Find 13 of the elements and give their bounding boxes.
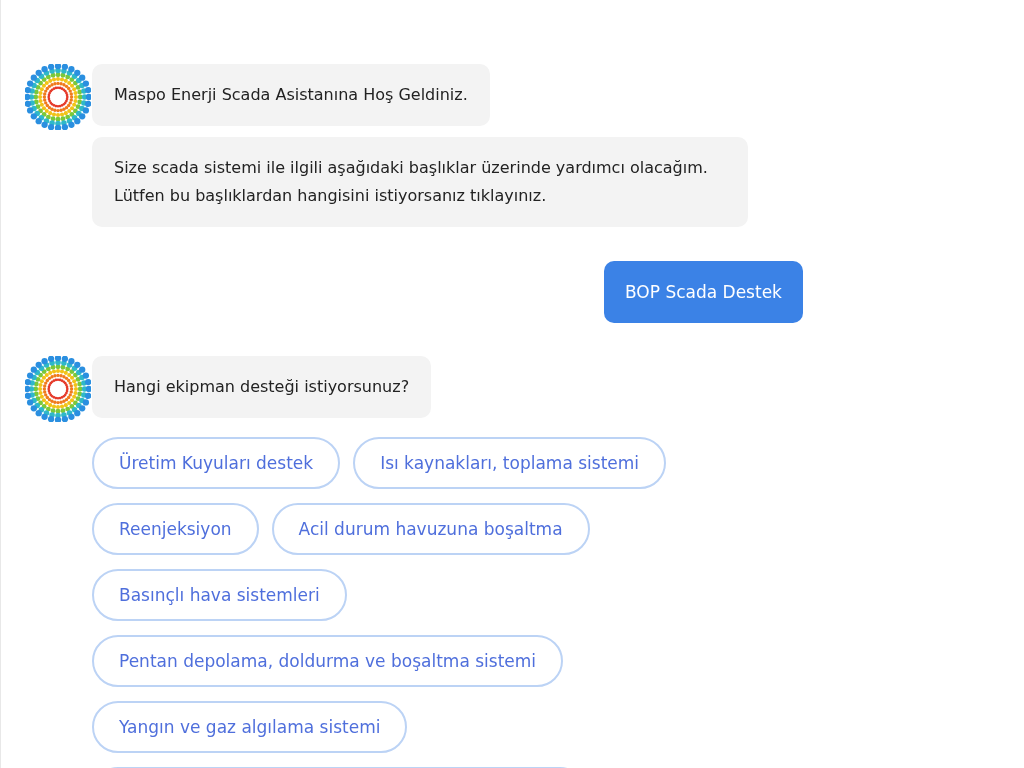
option-chip[interactable]: Reenjeksiyon [92,503,259,555]
option-chip[interactable]: Acil durum havuzuna boşaltma [271,503,590,555]
sunburst-logo-icon [25,356,91,422]
user-message[interactable]: BOP Scada Destek [604,261,803,323]
option-chip[interactable]: Pentan depolama, doldurma ve boşaltma sistemi [92,635,564,687]
bot-message: Size scada sistemi ile ilgili aşağıdaki başlıklar üzerinde yardımcı olacağım. Lütfen bu başlıklardan hangisini istiyorsanız tıklayınız. [92,137,748,227]
sunburst-logo-icon [25,64,91,130]
option-chip[interactable]: Isı kaynakları, toplama sistemi [353,437,667,489]
option-chip[interactable]: Yangın ve gaz algılama sistemi [92,701,408,753]
bot-message: Hangi ekipman desteği istiyorsunuz? [92,356,432,418]
option-chip[interactable]: Üretim Kuyuları destek [92,437,341,489]
option-chip[interactable]: Basınçlı hava sistemleri [92,569,347,621]
bot-message: Maspo Enerji Scada Asistanına Hoş Geldiniz. [92,64,490,126]
